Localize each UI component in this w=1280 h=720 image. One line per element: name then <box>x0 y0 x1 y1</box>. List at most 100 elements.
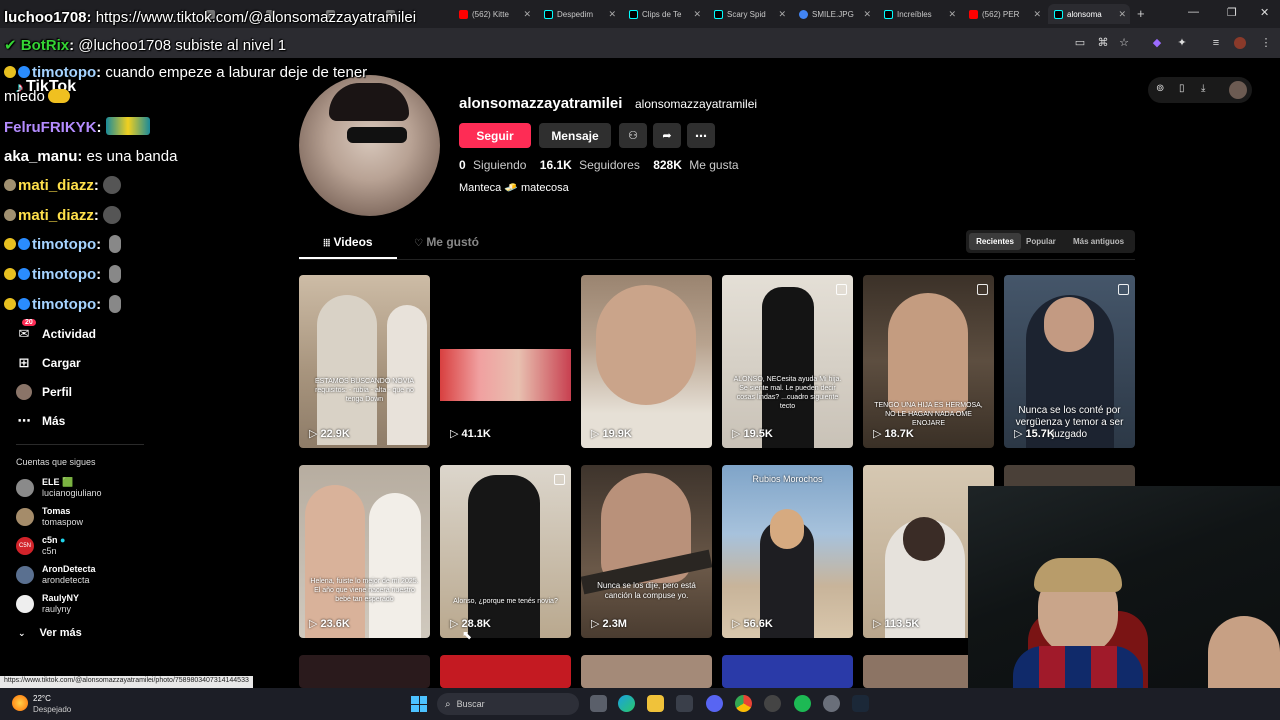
video-card[interactable]: Rubios Morochos ▷ 56.6K <box>722 465 853 638</box>
discord-icon[interactable] <box>706 695 723 712</box>
coin-icon[interactable]: ⊚ <box>1156 83 1164 94</box>
restore-button[interactable]: ❐ <box>1227 6 1237 19</box>
video-card[interactable] <box>581 655 712 688</box>
file-explorer-icon[interactable] <box>647 695 664 712</box>
video-caption: ESTAMOS BUSCANDO NOVIA requisitos: - rub… <box>314 378 415 403</box>
more-options-icon[interactable]: ⋯ <box>687 123 715 148</box>
video-card[interactable]: Nunca se los dije, pero está canción la … <box>581 465 712 638</box>
store-icon[interactable] <box>676 695 693 712</box>
following-account[interactable]: ELE 🟩 lucianogiuliano <box>16 475 102 501</box>
browser-tab[interactable]: Clips de Te ✕ <box>623 4 705 24</box>
sort-oldest[interactable]: Más antiguos <box>1073 237 1124 246</box>
tab-liked[interactable]: ♡ Me gustó <box>414 235 479 249</box>
browser-menu-icon[interactable]: ⋮ <box>1260 37 1272 49</box>
steam-icon[interactable] <box>852 695 869 712</box>
video-caption: Alonso, ¿porque me tenés novia? <box>453 598 558 605</box>
subscriber-badge-icon <box>18 268 30 280</box>
following-count: 0 <box>459 158 466 172</box>
nav-item-activity[interactable]: ✉ 20 Actividad <box>16 319 96 345</box>
windows-start-icon[interactable] <box>411 696 427 712</box>
video-card[interactable]: ESTAMOS BUSCANDO NOVIA requisitos: - rub… <box>299 275 430 448</box>
bookmark-star-icon[interactable]: ☆ <box>1118 37 1130 49</box>
reading-list-icon[interactable]: ≡ <box>1210 37 1222 49</box>
avatar <box>16 479 34 497</box>
close-window-button[interactable]: ✕ <box>1260 6 1269 19</box>
spotify-icon[interactable] <box>794 695 811 712</box>
video-card[interactable]: Nunca se los conté por vergüenza y temor… <box>1004 275 1135 448</box>
nav-item-more[interactable]: ⋯ Más <box>16 410 66 432</box>
weather-icon[interactable] <box>12 695 28 711</box>
sort-popular[interactable]: Popular <box>1026 237 1056 246</box>
profile-avatar-icon[interactable] <box>1234 37 1246 49</box>
following-account[interactable]: Tomas tomaspow <box>16 504 83 530</box>
tiktok-icon <box>1054 9 1063 19</box>
tab-close-icon[interactable]: ✕ <box>693 9 701 20</box>
nav-item-profile[interactable]: Perfil <box>16 381 72 403</box>
video-caption: Rubios Morochos <box>752 474 823 484</box>
verified-icon: ● <box>60 535 66 545</box>
following-label[interactable]: Siguiendo <box>473 158 526 172</box>
account-avatar[interactable] <box>1229 81 1247 99</box>
following-account[interactable]: C5N c5n ● c5n <box>16 533 65 559</box>
chevron-down-icon: ⌄ <box>18 627 26 638</box>
person-shape <box>596 285 696 405</box>
video-card[interactable] <box>722 655 853 688</box>
download-icon[interactable]: ⤓ <box>1201 83 1205 94</box>
video-card[interactable]: ALONSO, NECesita ayuda Mi hija. Se sient… <box>722 275 853 448</box>
chat-message: timotopo: <box>4 265 122 283</box>
tab-close-icon[interactable]: ✕ <box>863 9 871 20</box>
chat-username: mati_diazz <box>18 207 94 224</box>
profile-handle: alonsomazzayatramilei <box>635 97 758 111</box>
app-icon[interactable] <box>764 695 781 712</box>
tab-close-icon[interactable]: ✕ <box>778 9 786 20</box>
video-card[interactable]: ▷ 41.1K <box>440 275 571 448</box>
browser-tab[interactable]: Scary Spid ✕ <box>708 4 790 24</box>
tab-videos[interactable]: ⦙⦙⦙ Videos <box>299 235 397 259</box>
following-account[interactable]: AronDetecta arondetecta <box>16 562 96 588</box>
nav-item-upload[interactable]: ⊞ Cargar <box>16 352 81 374</box>
tab-close-icon[interactable]: ✕ <box>948 9 956 20</box>
video-card[interactable]: Helena, fuiste lo mejor de mi 2025. El a… <box>299 465 430 638</box>
browser-tab[interactable]: Despedim ✕ <box>538 4 620 24</box>
tab-close-icon[interactable]: ✕ <box>1118 9 1126 20</box>
video-card[interactable]: ▷ 19.9K <box>581 275 712 448</box>
tab-close-icon[interactable]: ✕ <box>523 9 531 20</box>
cast-icon[interactable]: ▭ <box>1074 37 1086 49</box>
minimize-button[interactable]: — <box>1188 6 1199 18</box>
chat-text: es una banda <box>86 148 178 165</box>
profile-stats: 0 Siguiendo 16.1K Seguidores 828K Me gus… <box>459 158 739 172</box>
translate-icon[interactable]: ⌘ <box>1097 37 1109 49</box>
extensions-puzzle-icon[interactable]: ✦ <box>1176 37 1188 49</box>
sort-recent[interactable]: Recientes <box>969 233 1021 250</box>
chrome-icon[interactable] <box>735 695 752 712</box>
task-view-icon[interactable] <box>590 695 607 712</box>
browser-tab-active[interactable]: alonsoma ✕ <box>1048 4 1130 24</box>
following-account[interactable]: RaulyNY raulyny <box>16 591 79 617</box>
extension-icon[interactable]: ◆ <box>1151 37 1163 49</box>
device-icon[interactable]: ▯ <box>1179 83 1185 94</box>
tab-close-icon[interactable]: ✕ <box>1033 9 1041 20</box>
message-button[interactable]: Mensaje <box>539 123 611 148</box>
browser-tab[interactable]: (562) PER ✕ <box>963 4 1045 24</box>
video-card[interactable]: Alonso, ¿porque me tenés novia? ▷ 28.8K <box>440 465 571 638</box>
taskbar-search[interactable]: ⌕ Buscar <box>437 693 579 715</box>
add-friend-icon[interactable]: ⚇ <box>619 123 647 148</box>
new-tab-button[interactable]: + <box>1137 6 1145 21</box>
profile-username: alonsomazzayatramilei <box>459 95 623 112</box>
see-more-button[interactable]: ⌄ Ver más <box>18 627 82 639</box>
video-caption: Nunca se los dije, pero está canción la … <box>597 581 696 600</box>
browser-tab[interactable]: Increíbles ✕ <box>878 4 960 24</box>
share-icon[interactable]: ➦ <box>653 123 681 148</box>
video-card[interactable] <box>440 655 571 688</box>
chat-text: https://www.tiktok.com/@alonsomazzayatra… <box>95 9 417 26</box>
video-card[interactable]: TENGO UNA HIJA ES HERMOSA, NO LE HAGAN N… <box>863 275 994 448</box>
edge-icon[interactable] <box>618 695 635 712</box>
follow-button[interactable]: Seguir <box>459 123 531 148</box>
browser-tab[interactable]: SMILE.JPG ✕ <box>793 4 875 24</box>
browser-tab[interactable]: (562) Kitte ✕ <box>453 4 535 24</box>
face-shape <box>1044 297 1094 352</box>
tab-close-icon[interactable]: ✕ <box>608 9 616 20</box>
followers-label[interactable]: Seguidores <box>579 158 640 172</box>
video-card[interactable] <box>299 655 430 688</box>
settings-gear-icon[interactable] <box>823 695 840 712</box>
